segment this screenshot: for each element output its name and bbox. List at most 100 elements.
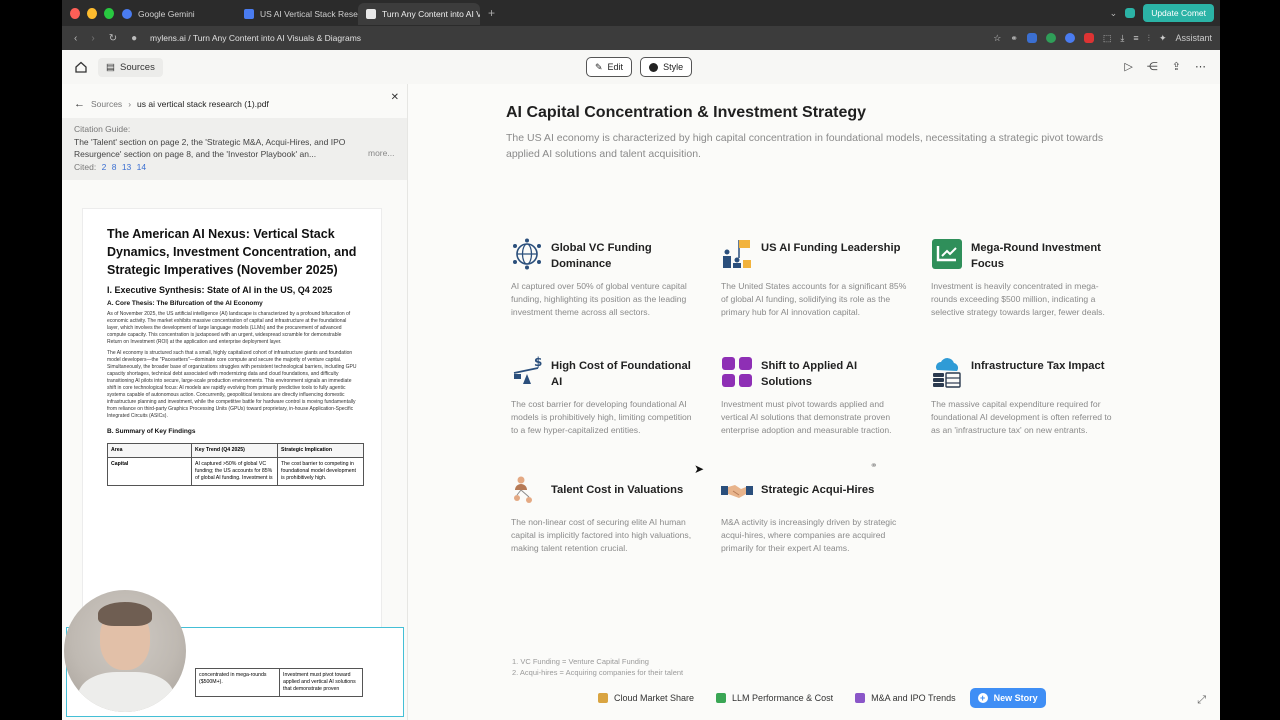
table-header: Area <box>107 443 192 458</box>
card-talent-cost[interactable]: Talent Cost in Valuations The non-linear… <box>511 474 701 574</box>
close-window-icon[interactable] <box>70 7 80 19</box>
story-tab-cloud[interactable]: Cloud Market Share <box>590 688 703 708</box>
new-story-button[interactable]: + New Story <box>969 688 1046 708</box>
doc-icon <box>244 9 254 19</box>
trend-icon <box>855 693 866 703</box>
tab-gemini[interactable]: Google Gemini <box>114 3 236 25</box>
url-field[interactable]: mylens.ai / Turn Any Content into AI Vis… <box>150 33 993 43</box>
share-icon[interactable]: ⋲ <box>1147 60 1158 73</box>
tab-list-chevron-icon[interactable]: ⌄ <box>1110 8 1118 19</box>
footnote: 1. VC Funding = Venture Capital Funding <box>512 657 649 666</box>
style-button[interactable]: Style <box>640 57 693 77</box>
cited-page-link[interactable]: 14 <box>137 162 146 172</box>
citation-guide: Citation Guide: The 'Talent' section on … <box>62 118 407 180</box>
visual-canvas: AI Capital Concentration & Investment St… <box>408 84 1220 720</box>
table-icon <box>716 693 727 703</box>
mic-icon[interactable]: ● <box>131 33 137 44</box>
cited-page-link[interactable]: 8 <box>112 162 117 172</box>
upload-icon[interactable]: ⇪ <box>1172 60 1181 73</box>
story-tab-mna[interactable]: M&A and IPO Trends <box>847 688 964 708</box>
minimize-window-icon[interactable] <box>87 7 97 19</box>
close-pane-icon[interactable]: ✕ <box>391 92 399 103</box>
edit-button[interactable]: ✎ Edit <box>586 57 633 77</box>
sources-label: Sources <box>119 61 155 73</box>
breadcrumb-file: us ai vertical stack research (1).pdf <box>137 99 269 109</box>
tab-label: Turn Any Content into AI Visuals <box>382 9 480 19</box>
doc-subheading: A. Core Thesis: The Bifurcation of the A… <box>107 300 263 307</box>
bookmark-star-icon[interactable]: ☆ <box>993 33 1001 44</box>
extension-icon[interactable] <box>1045 33 1056 43</box>
breadcrumb-sources[interactable]: Sources <box>91 99 122 109</box>
plus-icon: + <box>977 693 988 703</box>
update-comet-button[interactable]: Update Comet <box>1143 4 1214 22</box>
table-header: Key Trend (Q4 2025) <box>191 443 278 458</box>
doc-title: The American AI Nexus: Vertical Stack Dy… <box>107 227 357 277</box>
card-mega-round[interactable]: Mega-Round Investment Focus Investment i… <box>931 238 1121 348</box>
card-title: Global VC Funding Dominance <box>551 242 652 270</box>
reload-icon[interactable]: ↻ <box>109 33 117 44</box>
back-arrow-icon[interactable]: ← <box>74 98 85 110</box>
tab-mylens[interactable]: Turn Any Content into AI Visuals ✕ <box>358 3 480 25</box>
tab-label: US AI Vertical Stack Research <box>260 9 358 19</box>
audio-icon[interactable]: ⫶ <box>1148 33 1150 44</box>
cited-pages: Cited: 2 8 13 14 <box>74 162 395 172</box>
more-options-icon[interactable]: ⋯ <box>1195 60 1206 73</box>
table-cell: Capital <box>107 457 192 486</box>
expand-icon[interactable]: ⤢ <box>1197 694 1206 707</box>
palette-icon <box>649 62 659 72</box>
assistant-icon[interactable]: ✦ <box>1159 33 1167 44</box>
tab-research-doc[interactable]: US AI Vertical Stack Research <box>236 3 358 25</box>
document-icon: ▤ <box>106 61 115 73</box>
card-us-leadership[interactable]: US AI Funding Leadership The United Stat… <box>721 238 911 348</box>
story-tab-label: LLM Performance & Cost <box>732 693 834 703</box>
doc-paragraph: As of November 2025, the US artificial i… <box>107 311 351 345</box>
card-infra-tax[interactable]: Infrastructure Tax Impact The massive ca… <box>931 356 1121 466</box>
card-applied-ai[interactable]: Shift to Applied AI Solutions Investment… <box>721 356 911 466</box>
forward-icon[interactable]: › <box>91 33 94 44</box>
cited-page-link[interactable]: 13 <box>122 162 131 172</box>
mylens-icon <box>366 9 376 19</box>
chevron-right-icon: › <box>128 99 132 109</box>
download-icon[interactable]: ⤓ <box>1120 33 1124 44</box>
findings-table: Area Key Trend (Q4 2025) Strategic Impli… <box>107 443 364 486</box>
webcam-person-body <box>78 672 174 712</box>
window-controls <box>62 7 114 19</box>
sources-tab[interactable]: ▤ Sources <box>98 57 163 77</box>
maximize-window-icon[interactable] <box>104 7 114 19</box>
breadcrumb: ← Sources › us ai vertical stack researc… <box>62 84 407 114</box>
menu-icon[interactable]: ≡ <box>1133 33 1138 43</box>
table-cell: concentrated in mega-rounds ($500M+). <box>195 668 280 697</box>
more-link[interactable]: more... <box>368 148 394 158</box>
puzzle-icon[interactable]: ⬚ <box>1103 33 1112 44</box>
card-global-vc[interactable]: Global VC Funding Dominance AI captured … <box>511 238 701 348</box>
card-high-cost[interactable]: $ High Cost of Foundational AI The cost … <box>511 356 701 466</box>
podium-flag-icon <box>723 240 751 268</box>
globe-network-icon <box>513 238 541 270</box>
cited-page-link[interactable]: 2 <box>102 162 107 172</box>
assistant-label[interactable]: Assistant <box>1175 33 1212 43</box>
home-icon[interactable] <box>74 60 88 74</box>
link-icon[interactable]: ⚭ <box>1010 33 1018 44</box>
gemini-icon <box>122 9 132 19</box>
mouse-cursor-icon: ➤ <box>694 462 705 476</box>
footnote: 2. Acqui-hires = Acquiring companies for… <box>512 668 684 677</box>
card-description: Investment must pivot towards applied an… <box>721 399 892 435</box>
back-icon[interactable]: ‹ <box>74 33 77 44</box>
story-tab-label: Cloud Market Share <box>614 693 695 703</box>
story-tab-llm[interactable]: LLM Performance & Cost <box>708 688 842 708</box>
page-subtitle: The US AI economy is characterized by hi… <box>506 132 1104 160</box>
table-row: concentrated in mega-rounds ($500M+). In… <box>195 668 363 697</box>
extension-icon[interactable] <box>1026 33 1037 43</box>
source-pane: ← Sources › us ai vertical stack researc… <box>62 84 408 720</box>
card-description: M&A activity is increasingly driven by s… <box>721 517 897 553</box>
extension-icon[interactable] <box>1083 33 1094 43</box>
table-cell: The cost barrier to competing in foundat… <box>277 457 364 486</box>
card-acqui-hires[interactable]: Strategic Acqui-Hires M&A activity is in… <box>721 474 911 574</box>
extension-icon[interactable] <box>1064 33 1075 43</box>
footnotes: 1. VC Funding = Venture Capital Funding … <box>512 656 683 678</box>
new-tab-icon[interactable]: + <box>480 6 503 20</box>
people-network-icon <box>514 476 532 503</box>
browser-window: Google Gemini US AI Vertical Stack Resea… <box>62 0 1220 720</box>
present-icon[interactable]: ▷ <box>1124 60 1132 73</box>
edit-label: Edit <box>607 62 624 72</box>
